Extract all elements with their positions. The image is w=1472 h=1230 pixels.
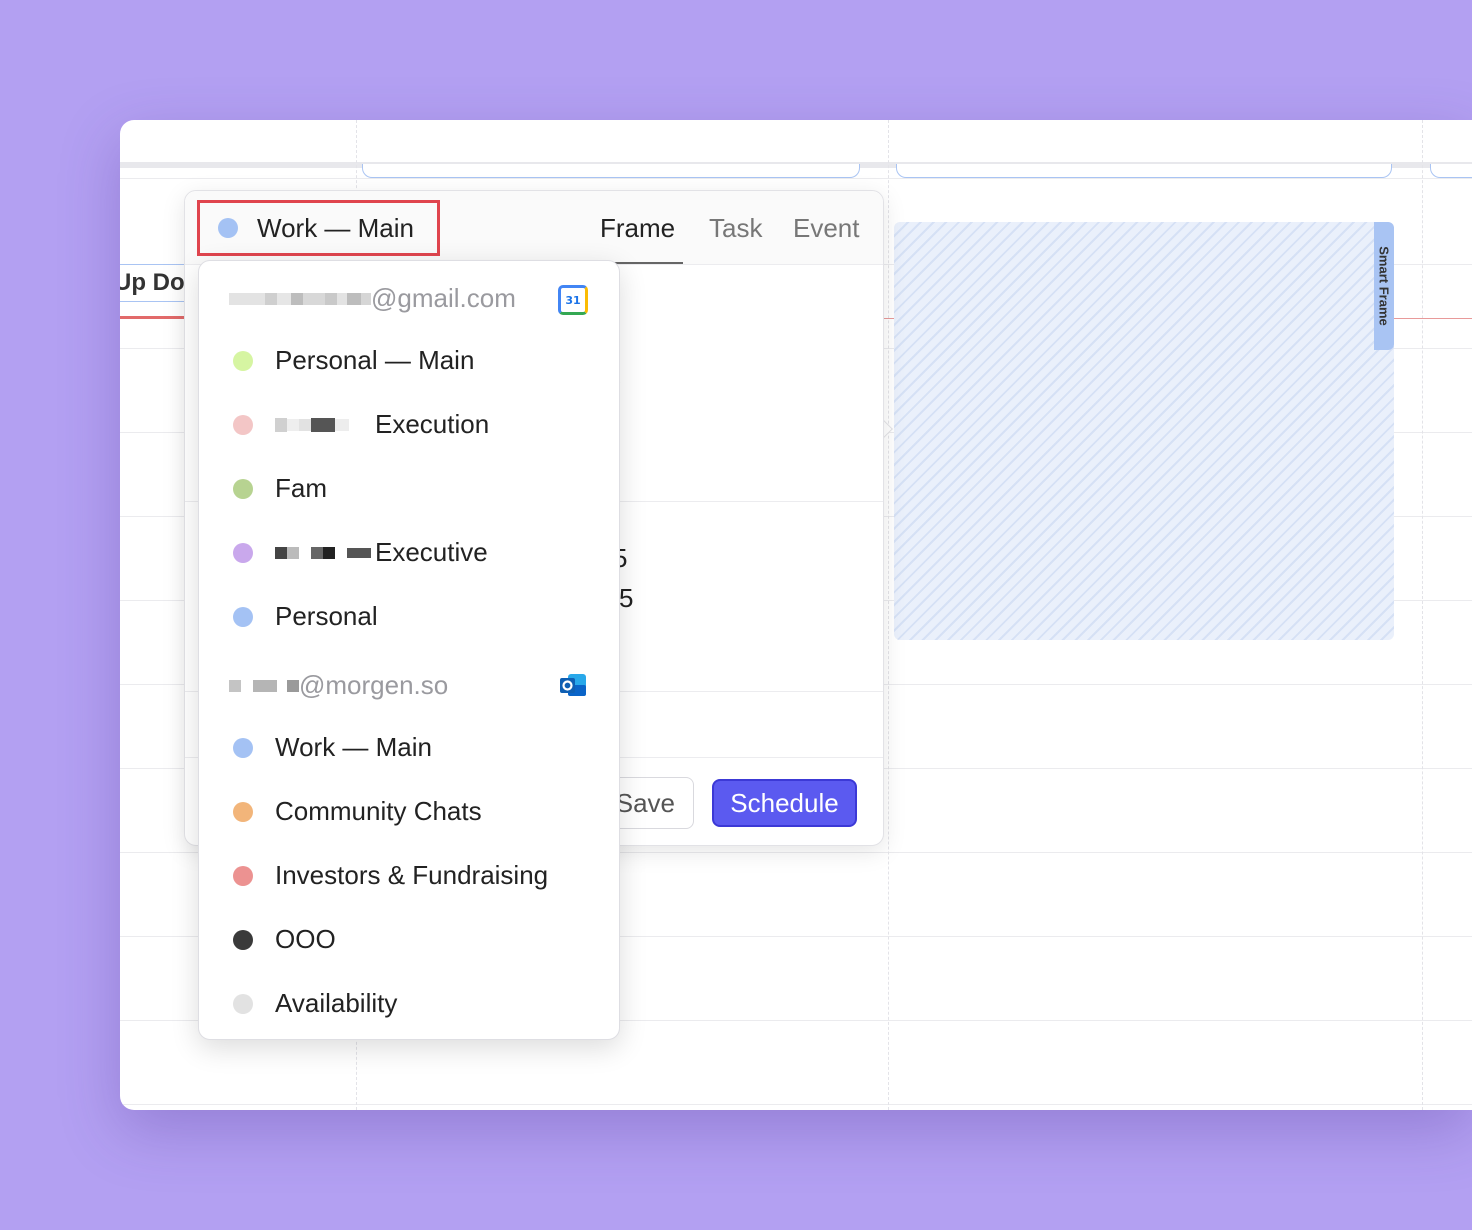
calendar-color-dot	[233, 478, 253, 499]
calendar-option-label: Execution	[375, 409, 490, 439]
redacted-text	[275, 541, 375, 565]
smart-frame-label: Smart Frame	[1376, 246, 1392, 326]
tab-frame[interactable]: Frame	[600, 213, 675, 244]
schedule-button[interactable]: Schedule	[712, 779, 857, 827]
calendar-option-community-chats[interactable]: Community Chats	[233, 796, 482, 827]
google-calendar-icon: 31	[558, 285, 588, 315]
smart-frame-block[interactable]	[894, 222, 1394, 640]
calendar-color-dot	[233, 606, 253, 627]
google-calendar-icon-text: 31	[565, 293, 581, 307]
popover-header: Work — Main Frame Task Event	[185, 191, 883, 265]
redacted-email	[229, 674, 299, 698]
current-time-indicator	[120, 316, 190, 319]
calendar-option-label: Community Chats	[275, 796, 482, 826]
event-title: Up Do	[120, 269, 185, 296]
account-header-gmail: @gmail.com	[229, 283, 516, 314]
calendar-option-label: Executive	[375, 537, 488, 567]
grid-line	[120, 1104, 1472, 1105]
calendar-color-dot	[233, 350, 253, 371]
all-day-event[interactable]	[896, 164, 1392, 178]
calendar-option-label: Investors & Fundraising	[275, 860, 549, 890]
all-day-event[interactable]	[1430, 164, 1472, 178]
calendar-option-label: Fam	[275, 473, 327, 503]
calendar-option-label: OOO	[275, 924, 336, 954]
outlook-icon	[560, 674, 586, 696]
calendar-option-label: Personal	[275, 601, 378, 631]
calendar-option-work-main[interactable]: Work — Main	[233, 732, 432, 763]
calendar-option-personal[interactable]: Personal	[233, 601, 378, 632]
account-email: @morgen.so	[299, 670, 449, 700]
calendar-option-ooo[interactable]: OOO	[233, 924, 336, 955]
grid-line	[120, 178, 1472, 179]
calendar-selector-label: Work — Main	[257, 212, 414, 243]
day-column-divider	[888, 120, 889, 1110]
redacted-text	[275, 413, 375, 437]
account-header-morgen: @morgen.so	[229, 670, 448, 701]
calendar-color-dot	[218, 218, 238, 238]
calendar-color-dot	[233, 542, 253, 563]
calendar-color-dot	[233, 801, 253, 822]
smart-frame-tab: Smart Frame	[1374, 222, 1394, 350]
calendar-option-label: Work — Main	[275, 732, 432, 762]
calendar-color-dot	[233, 737, 253, 758]
tab-task[interactable]: Task	[709, 213, 762, 244]
calendar-selector[interactable]: Work — Main	[197, 200, 440, 256]
calendar-option-investors-fundraising[interactable]: Investors & Fundraising	[233, 860, 548, 891]
calendar-color-dot	[233, 414, 253, 435]
calendar-color-dot	[233, 993, 253, 1014]
obscured-field-text: 5	[619, 583, 634, 613]
account-email: @gmail.com	[371, 283, 516, 313]
calendar-option-executive[interactable]: Executive	[233, 537, 488, 568]
calendar-option-personal-main[interactable]: Personal — Main	[233, 345, 474, 376]
tab-event[interactable]: Event	[793, 213, 860, 244]
calendar-color-dot	[233, 865, 253, 886]
calendar-option-label: Availability	[275, 988, 398, 1018]
calendar-option-fam[interactable]: Fam	[233, 473, 327, 504]
calendar-option-execution[interactable]: Execution	[233, 409, 489, 440]
calendar-option-availability[interactable]: Availability	[233, 988, 397, 1019]
calendar-dropdown: @gmail.com 31 Personal — Main Execution …	[198, 260, 620, 1040]
all-day-event[interactable]	[362, 164, 860, 178]
redacted-email	[229, 287, 371, 311]
calendar-option-label: Personal — Main	[275, 345, 475, 375]
day-column-divider	[1422, 120, 1423, 1110]
calendar-color-dot	[233, 929, 253, 950]
